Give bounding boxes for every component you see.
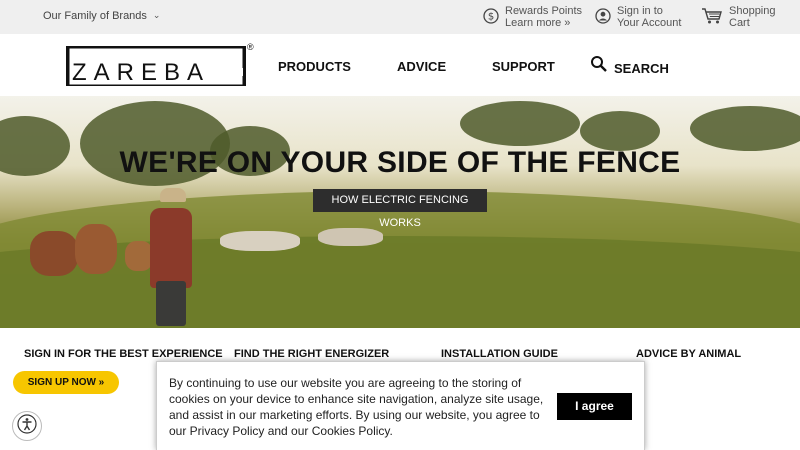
hero-cow [125, 241, 153, 271]
svg-text:$: $ [487, 11, 493, 22]
logo-text: ZAREBA [72, 59, 211, 86]
zareba-logo[interactable]: ZAREBA ® [66, 42, 254, 86]
cookie-banner: By continuing to use our website you are… [156, 361, 645, 450]
hero-cow [30, 231, 78, 276]
family-of-brands-menu[interactable]: Our Family of Brands ⌄ [43, 10, 160, 22]
hero-farmer-hat [160, 188, 186, 202]
how-fencing-works-button[interactable]: HOW ELECTRIC FENCING WORKS [313, 189, 487, 229]
chevron-down-icon: ⌄ [152, 10, 161, 20]
cart-line1: Shopping [729, 5, 776, 17]
shopping-cart-link[interactable]: Shopping Cart [701, 5, 776, 29]
sign-up-button[interactable]: SIGN UP NOW » [13, 371, 119, 394]
hero-farmer-legs [156, 281, 186, 326]
dollar-coin-icon: $ [482, 7, 499, 24]
cookie-agree-button[interactable]: I agree [557, 393, 632, 420]
quicklink-sign-in[interactable]: SIGN IN FOR THE BEST EXPERIENCE [24, 348, 223, 360]
cookie-message: By continuing to use our website you are… [169, 376, 544, 438]
hero-title: WE'RE ON YOUR SIDE OF THE FENCE [119, 146, 681, 179]
hero-cow-herd [318, 228, 383, 246]
quicklink-advice-by-animal[interactable]: ADVICE BY ANIMAL [636, 348, 741, 360]
search-label: SEARCH [614, 61, 669, 76]
main-header: ZAREBA ® PRODUCTS ADVICE SUPPORT SEARCH [0, 34, 800, 96]
shopping-cart-icon [701, 7, 723, 24]
nav-support[interactable]: SUPPORT [492, 59, 555, 74]
user-icon [594, 7, 611, 24]
hero-farmer [150, 208, 192, 288]
hero-hill [0, 236, 800, 328]
logo-registered-mark: ® [247, 42, 254, 52]
rewards-line1: Rewards Points [505, 5, 583, 17]
search-icon [590, 55, 608, 76]
rewards-line2: Learn more » [505, 17, 571, 29]
accessibility-button[interactable] [12, 411, 42, 441]
quicklink-find-energizer[interactable]: FIND THE RIGHT ENERGIZER [234, 348, 389, 360]
hero-tree [580, 111, 660, 151]
nav-search[interactable]: SEARCH [590, 54, 669, 76]
sign-in-link[interactable]: Sign in to Your Account [594, 5, 681, 29]
hero-tree [690, 106, 800, 151]
hero-banner: WE'RE ON YOUR SIDE OF THE FENCE HOW ELEC… [0, 96, 800, 328]
nav-advice[interactable]: ADVICE [397, 59, 446, 74]
family-of-brands-label: Our Family of Brands [43, 10, 147, 22]
utility-bar: Our Family of Brands ⌄ $ Rewards Points L… [0, 0, 800, 34]
nav-products[interactable]: PRODUCTS [278, 59, 351, 74]
signin-line2: Your Account [617, 17, 682, 29]
cart-line2: Cart [729, 17, 750, 29]
hero-cow [75, 224, 117, 274]
accessibility-icon [17, 413, 37, 439]
signin-line1: Sign in to [617, 5, 663, 17]
rewards-points-link[interactable]: $ Rewards Points Learn more » [482, 5, 582, 29]
hero-tree [460, 101, 580, 146]
quicklink-installation-guide[interactable]: INSTALLATION GUIDE [441, 348, 558, 360]
hero-cow-herd [220, 231, 300, 251]
